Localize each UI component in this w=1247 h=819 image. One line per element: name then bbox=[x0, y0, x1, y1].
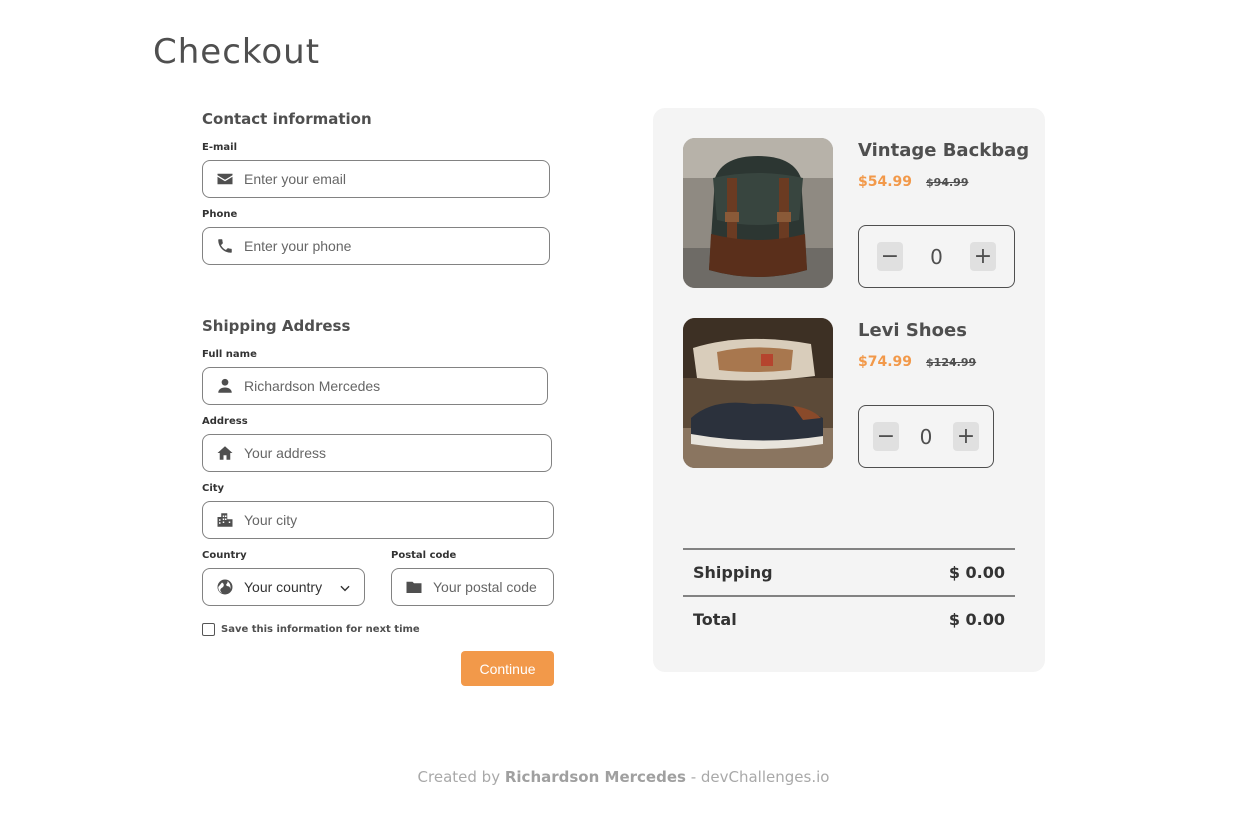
increase-button[interactable]: + bbox=[952, 422, 979, 451]
footer-suffix: - devChallenges.io bbox=[690, 768, 830, 786]
country-select[interactable]: Your country bbox=[202, 568, 365, 606]
increase-button[interactable]: + bbox=[969, 242, 996, 271]
country-label: Country bbox=[202, 550, 247, 561]
quantity-value: 0 bbox=[930, 244, 943, 269]
city-input[interactable] bbox=[244, 512, 553, 528]
user-icon bbox=[215, 376, 235, 396]
email-field[interactable] bbox=[202, 160, 550, 198]
fullname-field[interactable] bbox=[202, 367, 548, 405]
original-price: $124.99 bbox=[926, 356, 977, 369]
summary-divider bbox=[683, 548, 1015, 550]
cart-panel: Vintage Backbag $54.99 $94.99 − 0 + Levi… bbox=[653, 108, 1045, 672]
decrease-button[interactable]: − bbox=[873, 422, 899, 451]
fullname-input[interactable] bbox=[244, 378, 547, 394]
footer-prefix: Created by bbox=[417, 768, 501, 786]
fullname-label: Full name bbox=[202, 349, 257, 360]
postal-input[interactable] bbox=[433, 579, 553, 595]
product-name: Levi Shoes bbox=[858, 320, 967, 341]
save-info-label: Save this information for next time bbox=[221, 624, 420, 635]
city-icon bbox=[215, 510, 235, 530]
contact-section-title: Contact information bbox=[202, 110, 372, 128]
footer: Created by Richardson Mercedes - devChal… bbox=[0, 768, 1247, 786]
email-input[interactable] bbox=[244, 171, 549, 187]
globe-icon bbox=[215, 577, 235, 597]
decrease-button[interactable]: − bbox=[877, 242, 903, 271]
chevron-down-icon[interactable] bbox=[338, 580, 352, 594]
postal-field[interactable] bbox=[391, 568, 554, 606]
address-input[interactable] bbox=[244, 445, 551, 461]
email-label: E-mail bbox=[202, 142, 238, 153]
phone-field[interactable] bbox=[202, 227, 550, 265]
total-value: $ 0.00 bbox=[948, 610, 1005, 629]
city-field[interactable] bbox=[202, 501, 554, 539]
product-price: $74.99 $124.99 bbox=[858, 354, 976, 370]
quantity-stepper: − 0 + bbox=[858, 225, 1015, 288]
shipping-row: Shipping $ 0.00 bbox=[693, 563, 1005, 582]
save-info-checkbox[interactable] bbox=[202, 623, 215, 636]
summary-divider bbox=[683, 595, 1015, 597]
address-label: Address bbox=[202, 416, 248, 427]
shipping-section-title: Shipping Address bbox=[202, 317, 351, 335]
footer-author[interactable]: Richardson Mercedes bbox=[505, 768, 686, 786]
quantity-stepper: − 0 + bbox=[858, 405, 994, 468]
home-icon bbox=[215, 443, 235, 463]
shoes-image bbox=[683, 318, 833, 468]
current-price: $74.99 bbox=[858, 354, 913, 370]
product-price: $54.99 $94.99 bbox=[858, 174, 968, 190]
shipping-value: $ 0.00 bbox=[948, 563, 1005, 582]
continue-button[interactable]: Continue bbox=[461, 651, 554, 686]
original-price: $94.99 bbox=[926, 176, 969, 189]
phone-input[interactable] bbox=[244, 238, 549, 254]
current-price: $54.99 bbox=[858, 174, 913, 190]
phone-icon bbox=[215, 236, 235, 256]
phone-label: Phone bbox=[202, 209, 238, 220]
total-label: Total bbox=[693, 610, 737, 629]
backpack-image bbox=[683, 138, 833, 288]
city-label: City bbox=[202, 483, 225, 494]
page-title: Checkout bbox=[153, 32, 321, 72]
postal-label: Postal code bbox=[391, 550, 457, 561]
total-row: Total $ 0.00 bbox=[693, 610, 1005, 629]
address-field[interactable] bbox=[202, 434, 552, 472]
country-value: Your country bbox=[244, 579, 323, 595]
folder-icon bbox=[404, 577, 424, 597]
envelope-icon bbox=[215, 169, 235, 189]
product-name: Vintage Backbag bbox=[858, 140, 1030, 161]
quantity-value: 0 bbox=[919, 424, 933, 449]
shipping-label: Shipping bbox=[693, 563, 773, 582]
save-info-row: Save this information for next time bbox=[202, 623, 420, 636]
